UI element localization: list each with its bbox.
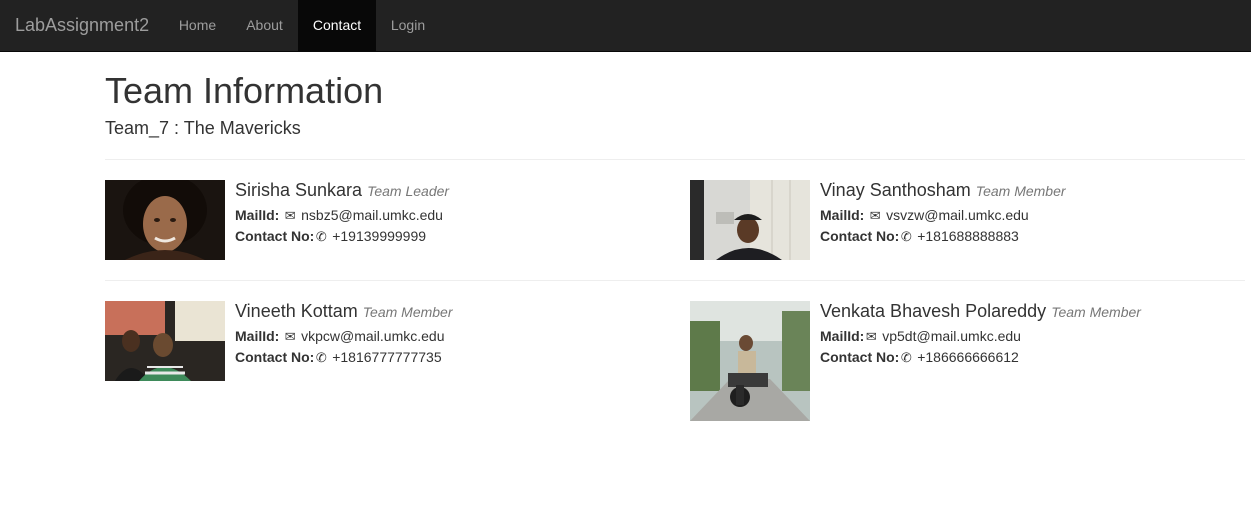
envelope-icon: ✉ [284,208,296,223]
member-email-row: MailId: ✉ vkpcw@mail.umkc.edu [235,326,655,347]
member-role: Team Member [975,183,1066,199]
member-role: Team Leader [367,183,450,199]
envelope-icon: ✉ [869,208,881,223]
nav-login[interactable]: Login [377,0,439,51]
member-phone: +186666666612 [917,349,1019,365]
divider [105,159,1245,160]
member-role: Team Member [1051,304,1141,320]
mail-label: MailId: [235,207,280,223]
member-email: vp5dt@mail.umkc.edu [882,328,1021,344]
mail-label: MailId: [235,328,280,344]
member-email: vsvzw@mail.umkc.edu [886,207,1029,223]
contact-label: Contact No: [235,228,315,244]
phone-icon: ✆ [900,350,912,365]
mail-label: MailId: [820,328,865,344]
member-info: Vinay Santhosham Team Member MailId: ✉ v… [820,180,1240,247]
member-name: Vineeth Kottam [235,301,358,321]
member-role: Team Member [362,304,453,320]
member-email-row: MailId: ✉ vp5dt@mail.umkc.edu [820,326,1240,347]
nav-home[interactable]: Home [165,0,230,51]
member-photo [105,301,225,381]
member-email: vkpcw@mail.umkc.edu [301,328,445,344]
phone-icon: ✆ [315,350,327,365]
brand-link[interactable]: LabAssignment2 [15,0,149,51]
member-name: Vinay Santhosham [820,180,971,200]
member-phone: +19139999999 [332,228,427,244]
member-info: Vineeth Kottam Team Member MailId: ✉ vkp… [235,301,655,368]
member-phone-row: Contact No: ✆ +181688888883 [820,226,1240,247]
contact-label: Contact No: [820,349,900,365]
member-phone-row: Contact No: ✆ +186666666612 [820,347,1240,368]
member-name: Venkata Bhavesh Polareddy [820,301,1047,321]
member-phone: +1816777777735 [332,349,442,365]
member-name-line: Vineeth Kottam Team Member [235,301,655,322]
member-photo [105,180,225,260]
member-email-row: MailId: ✉ vsvzw@mail.umkc.edu [820,205,1240,226]
member-email-row: MailId: ✉ nsbz5@mail.umkc.edu [235,205,655,226]
member-name-line: Vinay Santhosham Team Member [820,180,1240,201]
phone-icon: ✆ [900,229,912,244]
envelope-icon: ✉ [865,329,877,344]
phone-icon: ✆ [315,229,327,244]
member-photo [690,301,810,421]
nav-about[interactable]: About [232,0,297,51]
envelope-icon: ✉ [284,329,296,344]
page-title: Team Information [105,70,384,111]
nav-contact[interactable]: Contact [298,0,376,51]
member-phone-row: Contact No: ✆ +1816777777735 [235,347,655,368]
member-phone-row: Contact No: ✆ +19139999999 [235,226,655,247]
top-navbar: LabAssignment2 Home About Contact Login [0,0,1251,52]
mail-label: MailId: [820,207,865,223]
member-info: Venkata Bhavesh Polareddy Team Member Ma… [820,301,1240,368]
member-email: nsbz5@mail.umkc.edu [301,207,443,223]
member-photo [690,180,810,260]
member-name-line: Venkata Bhavesh Polareddy Team Member [820,301,1240,322]
member-info: Sirisha Sunkara Team Leader MailId: ✉ ns… [235,180,655,247]
contact-label: Contact No: [235,349,315,365]
divider [105,280,1245,281]
team-name: Team_7 : The Mavericks [105,118,301,138]
member-phone: +181688888883 [917,228,1019,244]
contact-label: Contact No: [820,228,900,244]
member-name: Sirisha Sunkara [235,180,363,200]
member-name-line: Sirisha Sunkara Team Leader [235,180,655,201]
